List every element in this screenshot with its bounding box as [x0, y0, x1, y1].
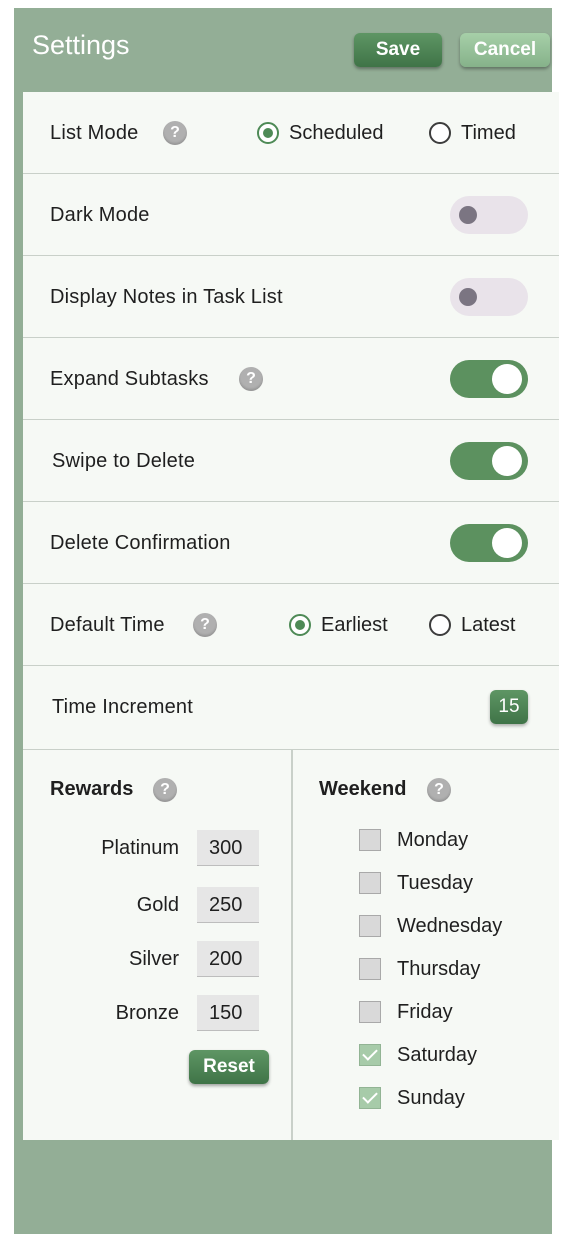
help-icon[interactable]: ?: [239, 367, 263, 391]
day-label: Friday: [397, 1000, 453, 1023]
checkbox-sunday[interactable]: [359, 1087, 381, 1109]
reward-row-bronze: Bronze 150: [23, 994, 291, 1032]
swipe-delete-label: Swipe to Delete: [52, 450, 196, 472]
toggle-knob: [492, 528, 522, 558]
rewards-weekend-section: Rewards ? Platinum 300 Gold 250 Silver 2…: [23, 750, 559, 1140]
reward-input-platinum[interactable]: 300: [197, 830, 259, 866]
radio-scheduled[interactable]: [257, 122, 279, 144]
help-icon[interactable]: ?: [427, 778, 451, 802]
dark-mode-row: Dark Mode: [23, 174, 559, 256]
toggle-knob: [492, 364, 522, 394]
radio-timed-label: Timed: [461, 121, 516, 144]
reward-input-silver[interactable]: 200: [197, 941, 259, 977]
checkbox-saturday[interactable]: [359, 1044, 381, 1066]
reward-row-platinum: Platinum 300: [23, 829, 291, 867]
radio-earliest-label: Earliest: [321, 613, 388, 636]
expand-subtasks-label: Expand Subtasks: [50, 368, 209, 390]
settings-panel: List Mode ? Scheduled Timed Dark Mode Di…: [23, 92, 559, 1140]
radio-scheduled-label: Scheduled: [289, 121, 384, 144]
radio-earliest[interactable]: [289, 614, 311, 636]
default-time-label: Default Time: [50, 614, 165, 636]
delete-confirmation-toggle[interactable]: [450, 524, 528, 562]
reward-label: Gold: [136, 894, 179, 916]
day-label: Monday: [397, 828, 469, 851]
weekend-day-thursday[interactable]: Thursday: [359, 954, 480, 984]
help-icon[interactable]: ?: [193, 613, 217, 637]
list-mode-row: List Mode ? Scheduled Timed: [23, 92, 559, 174]
settings-screen: Settings Save Cancel List Mode ? Schedul…: [14, 8, 559, 1234]
display-notes-toggle[interactable]: [450, 278, 528, 316]
default-time-option-latest[interactable]: Latest: [429, 584, 515, 666]
time-increment-button[interactable]: 15: [490, 690, 528, 724]
display-notes-label: Display Notes in Task List: [50, 286, 283, 308]
reward-row-gold: Gold 250: [23, 886, 291, 924]
help-icon[interactable]: ?: [153, 778, 177, 802]
radio-latest[interactable]: [429, 614, 451, 636]
toggle-knob: [459, 288, 477, 306]
reward-input-bronze[interactable]: 150: [197, 995, 259, 1031]
expand-subtasks-toggle[interactable]: [450, 360, 528, 398]
reward-label: Platinum: [101, 837, 179, 859]
rewards-title: Rewards: [50, 778, 134, 800]
page-title: Settings: [32, 30, 130, 60]
help-icon[interactable]: ?: [163, 121, 187, 145]
swipe-delete-row: Swipe to Delete: [23, 420, 559, 502]
day-label: Tuesday: [397, 871, 473, 894]
toggle-knob: [459, 206, 477, 224]
default-time-row: Default Time ? Earliest Latest: [23, 584, 559, 666]
list-mode-label: List Mode: [50, 122, 139, 144]
checkbox-monday[interactable]: [359, 829, 381, 851]
reward-label: Silver: [128, 948, 179, 970]
weekend-day-tuesday[interactable]: Tuesday: [359, 868, 473, 898]
checkbox-friday[interactable]: [359, 1001, 381, 1023]
reward-label: Bronze: [115, 1002, 179, 1024]
dark-mode-toggle[interactable]: [450, 196, 528, 234]
checkbox-wednesday[interactable]: [359, 915, 381, 937]
swipe-delete-toggle[interactable]: [450, 442, 528, 480]
time-increment-row: Time Increment 15: [23, 666, 559, 750]
list-mode-option-timed[interactable]: Timed: [429, 92, 516, 174]
display-notes-row: Display Notes in Task List: [23, 256, 559, 338]
weekend-title: Weekend: [319, 778, 407, 800]
day-label: Thursday: [397, 957, 481, 980]
weekend-day-saturday[interactable]: Saturday: [359, 1040, 477, 1070]
reward-input-gold[interactable]: 250: [197, 887, 259, 923]
day-label: Sunday: [397, 1086, 465, 1109]
checkbox-thursday[interactable]: [359, 958, 381, 980]
day-label: Wednesday: [397, 914, 503, 937]
default-time-option-earliest[interactable]: Earliest: [289, 584, 388, 666]
cancel-button[interactable]: Cancel: [460, 33, 550, 67]
delete-confirmation-row: Delete Confirmation: [23, 502, 559, 584]
header-bar: Settings Save Cancel: [14, 8, 552, 92]
section-divider: [291, 750, 293, 1140]
day-label: Saturday: [397, 1043, 478, 1066]
expand-subtasks-row: Expand Subtasks ?: [23, 338, 559, 420]
weekend-day-friday[interactable]: Friday: [359, 997, 453, 1027]
reset-button[interactable]: Reset: [189, 1050, 269, 1084]
radio-latest-label: Latest: [461, 613, 516, 636]
delete-confirmation-label: Delete Confirmation: [50, 532, 231, 554]
radio-timed[interactable]: [429, 122, 451, 144]
reward-row-silver: Silver 200: [23, 940, 291, 978]
toggle-knob: [492, 446, 522, 476]
weekend-day-monday[interactable]: Monday: [359, 825, 468, 855]
weekend-day-wednesday[interactable]: Wednesday: [359, 911, 502, 941]
list-mode-option-scheduled[interactable]: Scheduled: [257, 92, 384, 174]
save-button[interactable]: Save: [354, 33, 442, 67]
dark-mode-label: Dark Mode: [50, 204, 150, 226]
time-increment-label: Time Increment: [52, 696, 193, 718]
weekend-day-sunday[interactable]: Sunday: [359, 1083, 465, 1113]
checkbox-tuesday[interactable]: [359, 872, 381, 894]
